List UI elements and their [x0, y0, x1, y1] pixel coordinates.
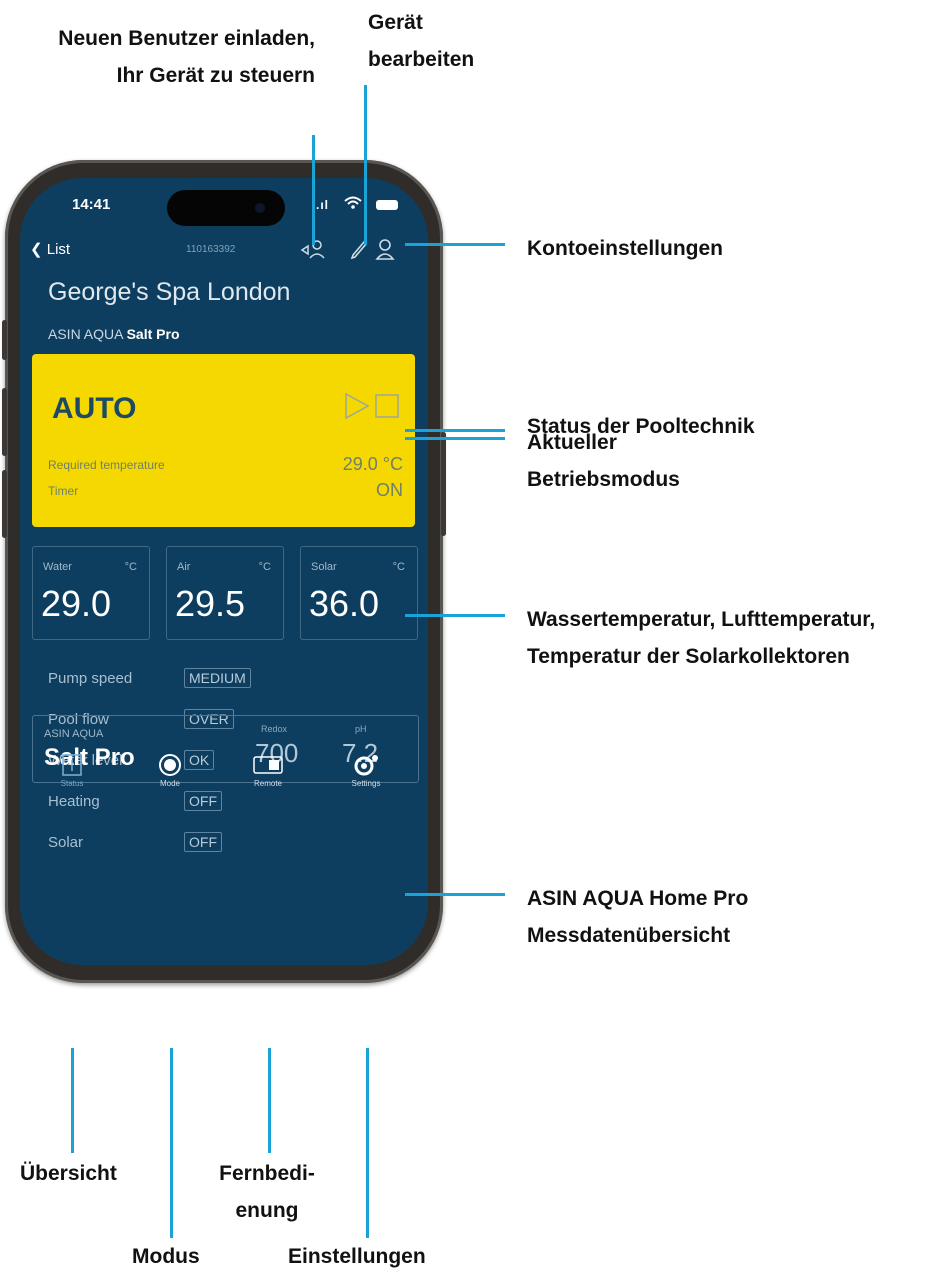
callout-invite-user: Neuen Benutzer einladen, Ihr Gerät zu st…	[58, 27, 315, 87]
status-time: 14:41	[72, 196, 111, 213]
status-row-pump-speed: Pump speed MEDIUM	[48, 668, 308, 692]
leader-line-mode-nav	[170, 1048, 173, 1238]
status-value: OFF	[184, 791, 222, 811]
status-value: OFF	[184, 832, 222, 852]
temp-label: Solar	[311, 561, 337, 573]
phone-side-button	[2, 320, 7, 360]
callout-measurement-overview: ASIN AQUA Home Pro Messdatenübersicht	[527, 887, 749, 947]
required-temperature-label: Required temperature	[48, 458, 165, 472]
nav-label: Settings	[351, 779, 381, 788]
air-temperature-box: Air °C 29.5	[166, 546, 284, 640]
callout-pool-status: Status der Pooltechnik	[527, 415, 755, 438]
back-label: List	[46, 241, 71, 258]
callout-mode: Modus	[132, 1245, 200, 1268]
nav-status[interactable]: Status	[42, 753, 102, 788]
mode-icon	[159, 754, 181, 776]
temp-label: Water	[43, 561, 72, 573]
solar-temperature-box: Solar °C 36.0	[300, 546, 418, 640]
leader-line-mode	[405, 437, 505, 440]
header-icons	[300, 239, 395, 260]
leader-line-account	[405, 243, 505, 246]
temp-unit: °C	[392, 561, 405, 573]
stop-icon	[375, 394, 399, 418]
wifi-icon	[344, 196, 362, 209]
status-label: Solar	[48, 834, 84, 851]
temp-unit: °C	[124, 561, 137, 573]
temp-value: 36.0	[309, 583, 380, 624]
status-value: MEDIUM	[184, 668, 251, 688]
info-icon	[62, 754, 82, 776]
phone-power-button	[441, 432, 446, 536]
model-prefix: ASIN AQUA	[48, 326, 123, 342]
callout-account-settings: Kontoeinstellungen	[527, 237, 723, 260]
phone-screen: 14:41 .ıl ❮ List 110163392 George's Spa …	[20, 178, 428, 965]
leader-line-measurement	[405, 893, 505, 896]
play-icon	[345, 392, 370, 420]
remote-icon	[253, 756, 283, 774]
leader-line-temperatures	[405, 614, 505, 617]
user-icon[interactable]	[375, 239, 395, 260]
battery-icon	[376, 200, 398, 210]
timer-value: ON	[376, 480, 403, 500]
timer-label: Timer	[48, 484, 79, 498]
callout-remote: Fernbedi-enung	[219, 1162, 315, 1222]
temp-value: 29.5	[175, 583, 246, 624]
status-row-solar: Solar OFF	[48, 832, 308, 856]
callout-settings: Einstellungen	[288, 1245, 426, 1268]
temp-value: 29.0	[41, 583, 112, 624]
back-button[interactable]: ❮ List	[30, 240, 70, 258]
leader-line-overview	[71, 1048, 74, 1153]
leader-line-remote	[268, 1048, 271, 1153]
callout-edit-device: Gerät bearbeiten	[368, 11, 475, 71]
nav-remote[interactable]: Remote	[238, 753, 298, 788]
gear-icon	[354, 755, 378, 776]
camera-dot	[255, 203, 265, 213]
mode-card[interactable]: AUTO Required temperature 29.0 °C Timer …	[32, 354, 415, 527]
status-row-heating: Heating OFF	[48, 791, 308, 815]
device-serial: 110163392	[186, 244, 236, 255]
nav-label: Remote	[253, 779, 282, 788]
ph-label: pH	[355, 724, 367, 734]
phone-side-button	[2, 388, 7, 456]
leader-line-settings	[366, 1048, 369, 1238]
leader-line-pool-status	[405, 429, 505, 432]
chevron-left-icon: ❮	[30, 241, 43, 258]
status-label: Heating	[48, 793, 100, 810]
nav-label: Status	[60, 779, 84, 788]
salt-brand: ASIN AQUA	[44, 728, 104, 740]
redox-label: Redox	[261, 724, 288, 734]
nav-label: Mode	[159, 779, 180, 788]
temp-unit: °C	[258, 561, 271, 573]
nav-settings[interactable]: Settings	[336, 753, 396, 788]
mode-value: AUTO	[52, 392, 137, 425]
device-name: George's Spa London	[48, 278, 291, 306]
phone-side-button	[2, 470, 7, 538]
callout-overview: Übersicht	[20, 1162, 117, 1185]
device-model: ASIN AQUA Salt Pro	[48, 326, 180, 342]
nav-mode[interactable]: Mode	[140, 753, 200, 788]
play-stop-icons	[345, 392, 399, 420]
signal-icon: .ıl	[316, 198, 330, 212]
water-temperature-box: Water °C 29.0	[32, 546, 150, 640]
temp-label: Air	[177, 561, 191, 573]
model-name: Salt Pro	[126, 326, 180, 342]
status-label: Pump speed	[48, 670, 133, 687]
callout-temperatures: Wassertemperatur, Lufttemperatur, Temper…	[527, 608, 876, 668]
required-temperature-value: 29.0 °C	[342, 454, 403, 474]
leader-line-edit	[364, 85, 367, 245]
leader-line-invite	[312, 135, 315, 245]
dynamic-island	[167, 190, 285, 226]
